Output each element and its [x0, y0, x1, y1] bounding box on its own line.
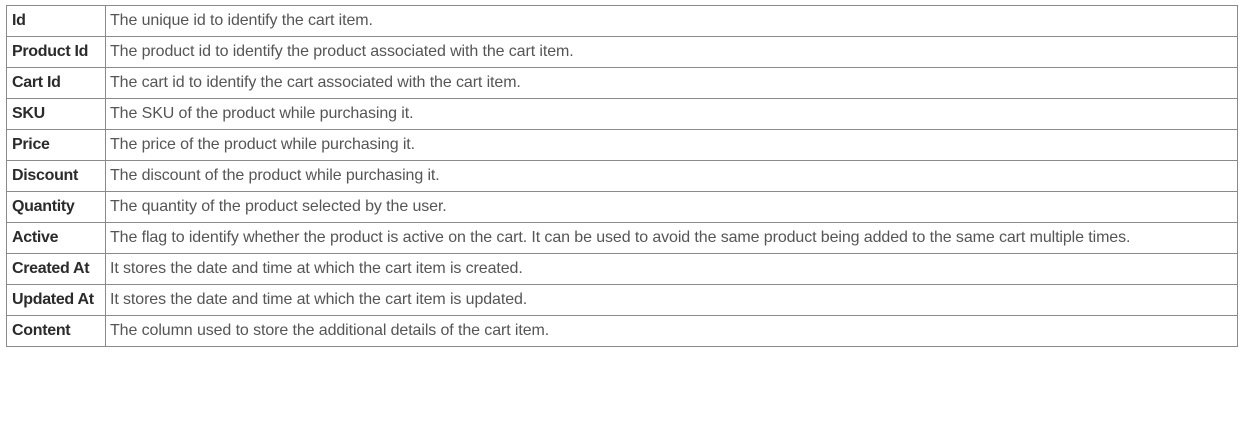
field-name: Product Id [6, 36, 106, 68]
field-name: Active [6, 222, 106, 254]
field-name: Id [6, 5, 106, 37]
table-row: Updated At It stores the date and time a… [6, 284, 1238, 316]
table-row: Price The price of the product while pur… [6, 129, 1238, 161]
field-name: Quantity [6, 191, 106, 223]
field-description: The quantity of the product selected by … [105, 191, 1238, 223]
field-name: Created At [6, 253, 106, 285]
field-description: The price of the product while purchasin… [105, 129, 1238, 161]
field-name: Price [6, 129, 106, 161]
field-description: It stores the date and time at which the… [105, 284, 1238, 316]
cart-item-field-table-container: Id The unique id to identify the cart it… [6, 5, 1238, 347]
table-row: Active The flag to identify whether the … [6, 222, 1238, 254]
field-name: Updated At [6, 284, 106, 316]
table-row: Content The column used to store the add… [6, 315, 1238, 347]
field-name: Content [6, 315, 106, 347]
field-name: Discount [6, 160, 106, 192]
table-row: SKU The SKU of the product while purchas… [6, 98, 1238, 130]
field-name: Cart Id [6, 67, 106, 99]
field-description: The product id to identify the product a… [105, 36, 1238, 68]
cart-item-field-table: Id The unique id to identify the cart it… [6, 5, 1238, 347]
field-description: The cart id to identify the cart associa… [105, 67, 1238, 99]
table-row: Cart Id The cart id to identify the cart… [6, 67, 1238, 99]
field-description: The flag to identify whether the product… [105, 222, 1238, 254]
field-description: The column used to store the additional … [105, 315, 1238, 347]
field-name: SKU [6, 98, 106, 130]
table-row: Id The unique id to identify the cart it… [6, 5, 1238, 37]
field-description: It stores the date and time at which the… [105, 253, 1238, 285]
field-description: The SKU of the product while purchasing … [105, 98, 1238, 130]
table-row: Created At It stores the date and time a… [6, 253, 1238, 285]
field-description: The discount of the product while purcha… [105, 160, 1238, 192]
table-row: Quantity The quantity of the product sel… [6, 191, 1238, 223]
table-row: Discount The discount of the product whi… [6, 160, 1238, 192]
field-description: The unique id to identify the cart item. [105, 5, 1238, 37]
table-row: Product Id The product id to identify th… [6, 36, 1238, 68]
